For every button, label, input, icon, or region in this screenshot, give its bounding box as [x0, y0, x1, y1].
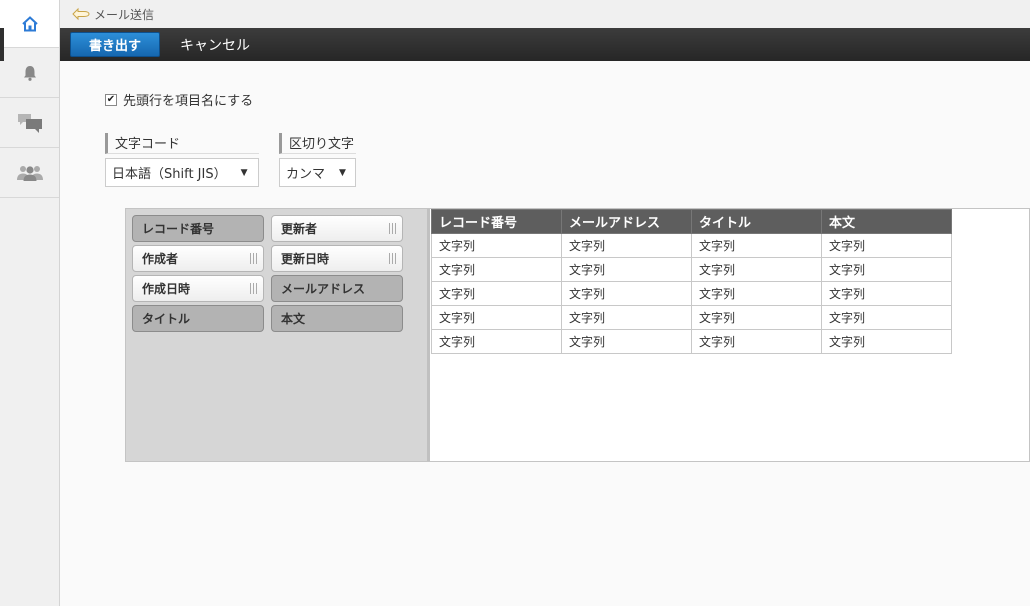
table-cell: 文字列 — [431, 257, 562, 282]
chat-icon — [17, 113, 42, 133]
field-chip-title[interactable]: タイトル — [132, 305, 264, 332]
field-chip-body[interactable]: 本文 — [271, 305, 403, 332]
header-row-option[interactable]: ✔ 先頭行を項目名にする — [105, 90, 253, 109]
column-header[interactable]: 本文 — [821, 209, 952, 234]
table-cell: 文字列 — [431, 233, 562, 258]
field-chip-label: タイトル — [142, 312, 191, 326]
drag-handle-icon[interactable] — [389, 253, 396, 264]
table-cell: 文字列 — [561, 281, 692, 306]
field-chip-label: 更新日時 — [281, 252, 330, 266]
export-preview-table: レコード番号 メールアドレス タイトル 本文 文字列 文字列 文字列 文字列 文… — [431, 209, 952, 354]
encoding-value: 日本語（Shift JIS） — [112, 167, 227, 182]
back-arrow-icon[interactable] — [72, 7, 90, 21]
table-cell: 文字列 — [561, 329, 692, 354]
table-cell: 文字列 — [691, 305, 822, 330]
field-palette: レコード番号 更新者 作成者 更新日時 作成日時 メールアドレス タイトル 本文 — [126, 209, 430, 461]
chevron-down-icon: ▼ — [240, 167, 248, 178]
field-chip-email[interactable]: メールアドレス — [271, 275, 403, 302]
people-icon — [16, 165, 43, 181]
table-row: 文字列 文字列 文字列 文字列 — [431, 329, 952, 354]
table-row: 文字列 文字列 文字列 文字列 — [431, 257, 952, 282]
field-chip-updated-at[interactable]: 更新日時 — [271, 245, 403, 272]
encoding-label: 文字コード — [105, 133, 259, 154]
toolbar-edge — [0, 28, 4, 61]
field-chip-created-at[interactable]: 作成日時 — [132, 275, 264, 302]
toolbar: 書き出す キャンセル — [60, 28, 1030, 61]
field-chip-updated-by[interactable]: 更新者 — [271, 215, 403, 242]
table-cell: 文字列 — [821, 281, 952, 306]
delimiter-value: カンマ — [286, 167, 326, 182]
field-chip-label: 作成日時 — [142, 282, 191, 296]
delimiter-label: 区切り文字 — [279, 133, 356, 154]
delimiter-select[interactable]: カンマ ▼ — [279, 158, 356, 187]
encoding-select[interactable]: 日本語（Shift JIS） ▼ — [105, 158, 259, 187]
table-cell: 文字列 — [431, 329, 562, 354]
table-cell: 文字列 — [691, 281, 822, 306]
column-header[interactable]: タイトル — [691, 209, 822, 234]
bell-icon — [23, 65, 36, 81]
table-cell: 文字列 — [691, 233, 822, 258]
table-cell: 文字列 — [691, 257, 822, 282]
field-chip-label: 本文 — [281, 312, 306, 326]
sidebar-item-messages[interactable] — [0, 98, 59, 148]
chevron-down-icon: ▼ — [339, 167, 346, 178]
field-chip-label: レコード番号 — [142, 222, 215, 236]
main-content: ✔ 先頭行を項目名にする 文字コード 日本語（Shift JIS） ▼ 区切り文… — [60, 61, 1030, 606]
table-cell: 文字列 — [691, 329, 822, 354]
field-chip-label: 更新者 — [281, 222, 318, 236]
table-cell: 文字列 — [821, 257, 952, 282]
breadcrumb-app-name[interactable]: メール送信 — [94, 6, 154, 23]
breadcrumb: メール送信 — [60, 0, 1030, 28]
field-chip-label: メールアドレス — [281, 282, 366, 296]
table-cell: 文字列 — [431, 281, 562, 306]
table-row: 文字列 文字列 文字列 文字列 — [431, 281, 952, 306]
delimiter-field: 区切り文字 カンマ ▼ — [279, 133, 356, 187]
field-chip-record-number[interactable]: レコード番号 — [132, 215, 264, 242]
column-header[interactable]: メールアドレス — [561, 209, 692, 234]
cancel-button[interactable]: キャンセル — [180, 35, 250, 55]
table-cell: 文字列 — [431, 305, 562, 330]
field-chip-label: 作成者 — [142, 252, 179, 266]
field-chip-created-by[interactable]: 作成者 — [132, 245, 264, 272]
encoding-field: 文字コード 日本語（Shift JIS） ▼ — [105, 133, 259, 187]
sidebar-item-people[interactable] — [0, 148, 59, 198]
table-cell: 文字列 — [821, 329, 952, 354]
drag-handle-icon[interactable] — [250, 253, 257, 264]
table-header-row: レコード番号 メールアドレス タイトル 本文 — [431, 209, 952, 234]
export-columns-box: レコード番号 更新者 作成者 更新日時 作成日時 メールアドレス タイトル 本文… — [125, 208, 1030, 462]
table-cell: 文字列 — [561, 257, 692, 282]
table-row: 文字列 文字列 文字列 文字列 — [431, 233, 952, 258]
header-row-label: 先頭行を項目名にする — [123, 94, 254, 109]
table-cell: 文字列 — [561, 305, 692, 330]
table-cell: 文字列 — [821, 305, 952, 330]
table-row: 文字列 文字列 文字列 文字列 — [431, 305, 952, 330]
drag-handle-icon[interactable] — [250, 283, 257, 294]
header-row-checkbox[interactable]: ✔ — [105, 93, 117, 106]
table-cell: 文字列 — [821, 233, 952, 258]
left-sidebar — [0, 0, 60, 606]
home-icon — [21, 15, 38, 31]
export-button[interactable]: 書き出す — [70, 32, 161, 57]
table-cell: 文字列 — [561, 233, 692, 258]
column-header[interactable]: レコード番号 — [431, 209, 562, 234]
sidebar-item-home[interactable] — [0, 0, 59, 48]
sidebar-item-notifications[interactable] — [0, 48, 59, 98]
drag-handle-icon[interactable] — [389, 223, 396, 234]
